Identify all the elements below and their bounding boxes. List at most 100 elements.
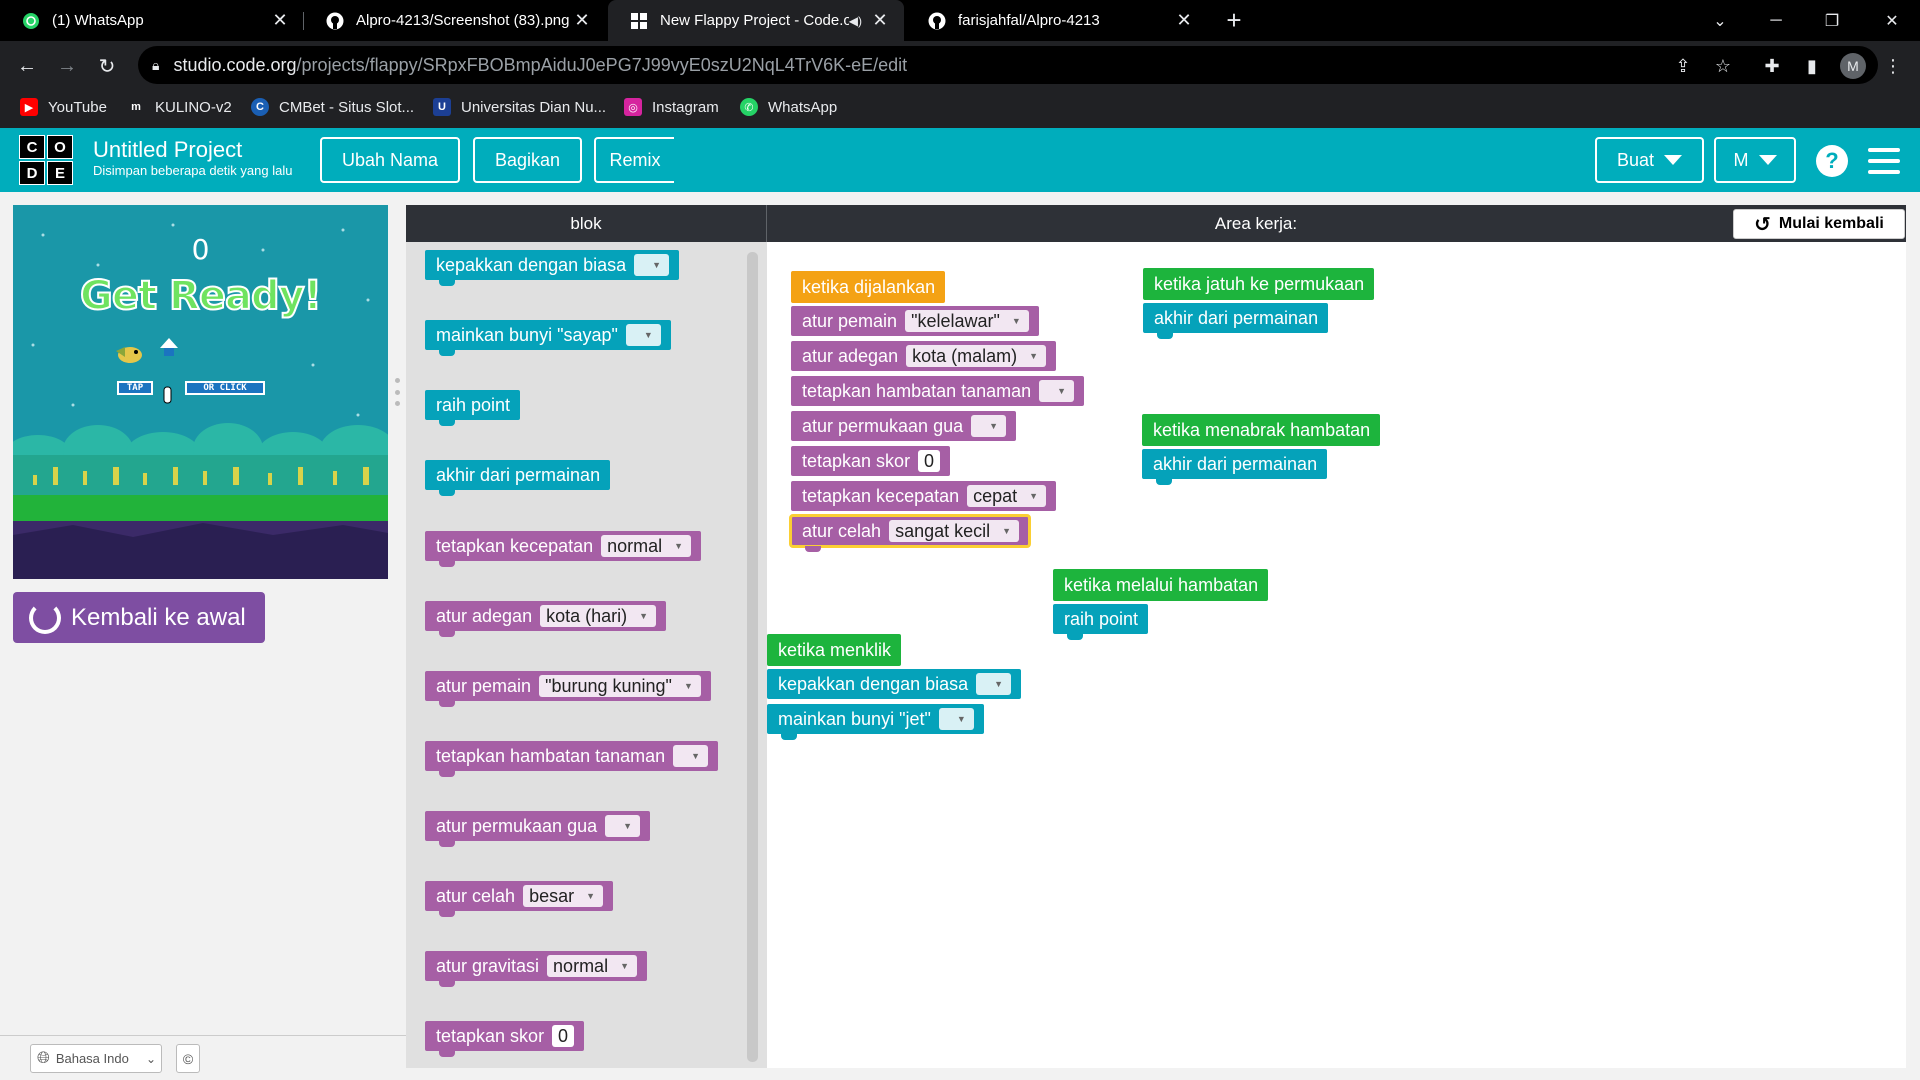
- reset-button[interactable]: Kembali ke awal: [13, 592, 265, 643]
- close-tab-icon[interactable]: ✕: [1174, 10, 1194, 31]
- tab-github-repo[interactable]: farisjahfal/Alpro-4213 ✕: [906, 0, 1208, 41]
- block-set-obstacle[interactable]: tetapkan hambatan tanaman ▼: [791, 376, 1085, 406]
- address-bar[interactable]: 🔒︎ studio.code.org /projects/flappy/SRpx…: [138, 46, 1878, 84]
- number-field[interactable]: 0: [552, 1025, 575, 1047]
- extensions-icon[interactable]: ✚: [1757, 51, 1787, 81]
- block-set-background[interactable]: atur adegan kota (malam) ▼: [791, 341, 1057, 371]
- share-icon[interactable]: ⇪: [1668, 51, 1698, 81]
- user-menu-button[interactable]: M: [1714, 137, 1796, 183]
- block-play-sound[interactable]: mainkan bunyi "jet" ▼: [767, 704, 984, 740]
- toolbox-block-set-score[interactable]: tetapkan skor 0: [425, 1021, 585, 1057]
- toolbox-block-set-gravity[interactable]: atur gravitasi normal ▼: [425, 951, 647, 987]
- tab-codeorg[interactable]: New Flappy Project - Code.o ◀) ✕: [608, 0, 904, 41]
- toolbox-block-set-gap[interactable]: atur celah besar ▼: [425, 881, 614, 917]
- codeorg-header: CO DE Untitled Project Disimpan beberapa…: [0, 128, 1920, 192]
- close-tab-icon[interactable]: ✕: [572, 10, 592, 31]
- toolbox-scrollbar[interactable]: [747, 252, 758, 1062]
- block-end-game[interactable]: akhir dari permainan: [1143, 303, 1329, 339]
- toolbox-block-play-sound[interactable]: mainkan bunyi "sayap" ▼: [425, 320, 671, 356]
- dropdown-arrow-icon: ▼: [652, 260, 662, 270]
- start-over-button[interactable]: ↺ Mulai kembali: [1733, 209, 1905, 239]
- close-window-icon[interactable]: ✕: [1864, 0, 1920, 41]
- block-dropdown[interactable]: ▼: [971, 415, 1007, 437]
- block-dropdown[interactable]: "burung kuning" ▼: [539, 675, 701, 697]
- bookmark-kulino[interactable]: m KULINO-v2: [127, 90, 232, 124]
- tab-whatsapp[interactable]: (1) WhatsApp ✕: [0, 0, 304, 41]
- toolbox-block-set-obstacle[interactable]: tetapkan hambatan tanaman ▼: [425, 741, 719, 777]
- close-tab-icon[interactable]: ✕: [870, 10, 890, 31]
- new-tab-button[interactable]: +: [1206, 0, 1262, 41]
- block-set-player[interactable]: atur pemain "kelelawar" ▼: [791, 306, 1039, 336]
- block-dropdown[interactable]: sangat kecil ▼: [889, 520, 1020, 542]
- block-dropdown[interactable]: ▼: [938, 708, 974, 730]
- event-when-pass[interactable]: ketika melalui hambatan: [1053, 569, 1269, 601]
- tab-search-icon[interactable]: ⌄: [1692, 0, 1748, 41]
- game-canvas[interactable]: 0 Get Ready! TAP OR CLICK: [13, 205, 388, 579]
- share-button[interactable]: Bagikan: [473, 137, 582, 183]
- codeorg-logo[interactable]: CO DE: [19, 135, 73, 185]
- remix-button[interactable]: Remix: [594, 137, 674, 183]
- audio-playing-icon[interactable]: ◀): [849, 14, 862, 28]
- tab-title: New Flappy Project - Code.o: [660, 12, 849, 29]
- block-set-score[interactable]: tetapkan skor 0: [791, 446, 951, 476]
- block-dropdown[interactable]: besar ▼: [523, 885, 604, 907]
- block-dropdown[interactable]: kota (hari) ▼: [540, 605, 657, 627]
- block-set-speed[interactable]: tetapkan kecepatan cepat ▼: [791, 481, 1057, 511]
- toolbox-block-score-point[interactable]: raih point: [425, 390, 521, 426]
- bookmark-whatsapp[interactable]: ✆ WhatsApp: [740, 90, 837, 124]
- side-panel-icon[interactable]: ▮: [1797, 51, 1827, 81]
- block-dropdown[interactable]: kota (malam) ▼: [906, 345, 1047, 367]
- block-dropdown[interactable]: normal ▼: [601, 535, 692, 557]
- toolbox-block-set-ground[interactable]: atur permukaan gua ▼: [425, 811, 651, 847]
- undo-icon: ↺: [1754, 213, 1771, 236]
- reload-icon[interactable]: ↻: [92, 51, 122, 81]
- block-dropdown[interactable]: normal ▼: [547, 955, 637, 977]
- block-dropdown[interactable]: ▼: [634, 254, 670, 276]
- event-when-ground[interactable]: ketika jatuh ke permukaan: [1143, 268, 1375, 300]
- tab-github-screenshot[interactable]: Alpro-4213/Screenshot (83).png ✕: [304, 0, 606, 41]
- restore-icon[interactable]: ❐: [1804, 0, 1860, 41]
- block-dropdown[interactable]: cepat ▼: [967, 485, 1047, 507]
- resize-handle[interactable]: [393, 378, 401, 406]
- minimize-icon[interactable]: ─: [1748, 0, 1804, 41]
- toolbox-block-set-player[interactable]: atur pemain "burung kuning" ▼: [425, 671, 711, 707]
- block-dropdown[interactable]: ▼: [605, 815, 641, 837]
- back-icon[interactable]: ←: [12, 51, 42, 81]
- block-dropdown[interactable]: ▼: [625, 324, 661, 346]
- toolbox-block-end-game[interactable]: akhir dari permainan: [425, 460, 611, 496]
- bookmark-instagram[interactable]: ◎ Instagram: [624, 90, 719, 124]
- dropdown-arrow-icon: ▼: [639, 611, 649, 621]
- block-dropdown[interactable]: ▼: [673, 745, 709, 767]
- block-dropdown[interactable]: ▼: [1039, 380, 1075, 402]
- block-set-gap-selected[interactable]: atur celah sangat kecil ▼: [788, 514, 1032, 552]
- close-tab-icon[interactable]: ✕: [270, 10, 290, 31]
- toolbox-block-flap[interactable]: kepakkan dengan biasa ▼: [425, 250, 680, 286]
- event-when-obstacle[interactable]: ketika menabrak hambatan: [1142, 414, 1381, 446]
- block-score-point[interactable]: raih point: [1053, 604, 1149, 640]
- profile-avatar[interactable]: M: [1838, 51, 1868, 81]
- number-field[interactable]: 0: [918, 450, 941, 472]
- block-set-ground[interactable]: atur permukaan gua ▼: [791, 411, 1017, 441]
- block-end-game[interactable]: akhir dari permainan: [1142, 449, 1328, 485]
- forward-icon[interactable]: →: [52, 51, 82, 81]
- block-flap[interactable]: kepakkan dengan biasa ▼: [767, 669, 1022, 699]
- codeorg-icon: [630, 12, 648, 30]
- block-dropdown[interactable]: ▼: [976, 673, 1012, 695]
- event-when-run[interactable]: ketika dijalankan: [791, 271, 946, 303]
- dropdown-arrow-icon: ▼: [620, 961, 629, 971]
- create-button[interactable]: Buat: [1595, 137, 1704, 183]
- more-menu-icon[interactable]: ⋮: [1878, 51, 1908, 81]
- bookmark-star-icon[interactable]: ☆: [1708, 51, 1738, 81]
- copyright-button[interactable]: ©: [176, 1044, 200, 1073]
- bookmark-universitas[interactable]: U Universitas Dian Nu...: [433, 90, 606, 124]
- toolbox-block-set-speed[interactable]: tetapkan kecepatan normal ▼: [425, 531, 702, 567]
- hamburger-menu-icon[interactable]: [1868, 148, 1900, 174]
- help-icon[interactable]: ?: [1816, 145, 1848, 177]
- toolbox-block-set-background[interactable]: atur adegan kota (hari) ▼: [425, 601, 667, 637]
- rename-button[interactable]: Ubah Nama: [320, 137, 460, 183]
- bookmark-youtube[interactable]: ▶ YouTube: [20, 90, 107, 124]
- language-select[interactable]: 🌐︎ Bahasa Indo ⌄: [30, 1044, 162, 1073]
- event-when-click[interactable]: ketika menklik: [767, 634, 902, 666]
- block-dropdown[interactable]: "kelelawar" ▼: [905, 310, 1029, 332]
- bookmark-cmbet[interactable]: C CMBet - Situs Slot...: [251, 90, 414, 124]
